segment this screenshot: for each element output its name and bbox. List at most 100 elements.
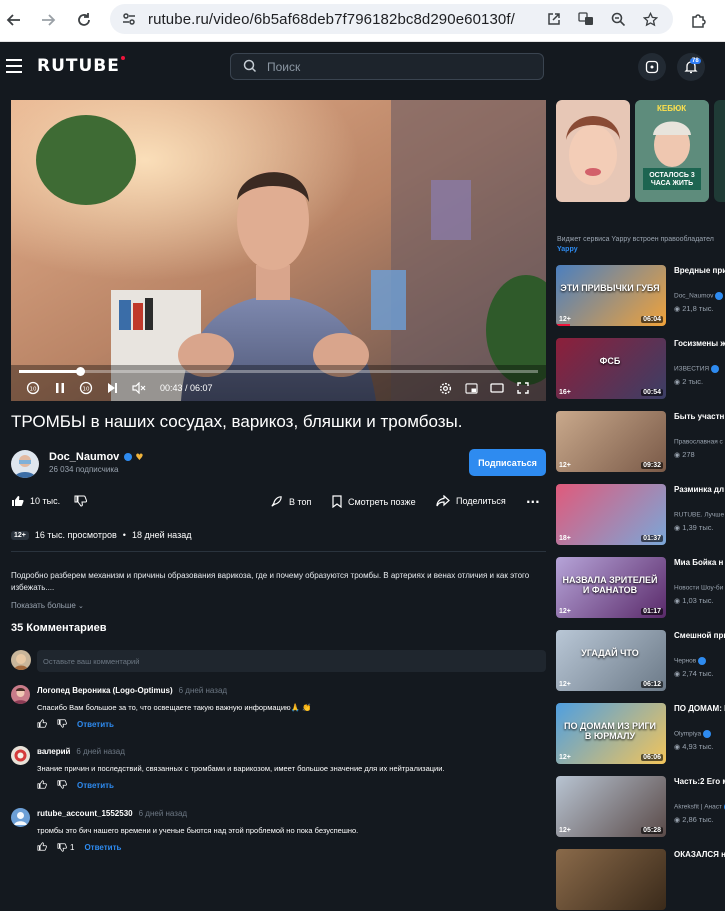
theater-mode-button[interactable] (489, 379, 505, 397)
short-caption: КЕБЮК (657, 104, 686, 113)
settings-button[interactable] (437, 379, 453, 397)
mute-button[interactable] (130, 379, 148, 397)
recommended-video-card[interactable]: НАЗВАЛА ЗРИТЕЛЕЙ И ФАНАТОВ12+01:17 Миа Бо… (555, 557, 725, 619)
more-options-button[interactable]: ··· (526, 495, 540, 509)
recommended-video-card[interactable]: ОКАЗАЛСЯ н (555, 849, 725, 911)
to-top-button[interactable]: В топ (270, 495, 311, 508)
widget-brand[interactable]: Yappy (557, 246, 578, 253)
video-card-title[interactable]: Госизмены жестко заде (674, 339, 725, 349)
address-bar[interactable]: rutube.ru/video/6b5af68deb7f796182bc8d29… (110, 4, 673, 34)
show-more-link[interactable]: Показать больше ⌄ (11, 601, 84, 610)
share-button[interactable]: Поделиться (436, 495, 506, 507)
recommended-video-card[interactable]: 12+09:32 Быть участн мира | Сестр Правосла… (555, 411, 725, 473)
short-thumbnail[interactable] (556, 100, 630, 202)
thumbs-up-icon[interactable] (37, 780, 47, 791)
video-card-title[interactable]: Вредные при и чем же он (674, 266, 725, 276)
video-card-title[interactable]: Смешной при Неловкие сит (674, 631, 725, 641)
video-card-title[interactable]: Разминка дл (674, 485, 725, 495)
video-thumbnail[interactable]: НАЗВАЛА ЗРИТЕЛЕЙ И ФАНАТОВ12+01:17 (556, 557, 666, 618)
video-card-channel[interactable]: Akreksfit | Анаст (674, 803, 725, 811)
thumbs-down-icon[interactable] (57, 780, 67, 791)
video-card-title[interactable]: Быть участн мира | Сестр (674, 412, 725, 422)
video-thumbnail[interactable]: УГАДАЙ ЧТО12+06:12 (556, 630, 666, 691)
video-thumbnail[interactable]: ПО ДОМАМ ИЗ РИГИ В ЮРМАЛУ12+06:06 (556, 703, 666, 764)
svg-text:10: 10 (83, 387, 90, 393)
forward-arrow-icon[interactable] (37, 9, 59, 31)
comment-avatar[interactable] (11, 808, 30, 827)
video-card-channel[interactable]: Новости Шоу-би (674, 584, 725, 592)
skip-back-button[interactable]: 10 (25, 379, 41, 397)
video-card-channel[interactable]: ИЗВЕСТИЯ (674, 365, 719, 373)
thumbnail-overlay-text: ФСБ (560, 356, 660, 366)
video-card-title[interactable]: Миа Бойка н всех зрителе (674, 558, 725, 568)
comment-author[interactable]: Логопед Вероника (Logo-Optimus)6 дней на… (37, 686, 227, 695)
comment-actions: Ответить (37, 780, 114, 791)
video-card-channel[interactable]: Doc_Naumov (674, 292, 723, 300)
upload-button[interactable] (638, 53, 666, 81)
site-settings-icon[interactable] (121, 11, 137, 32)
age-rating-badge: 12+ (559, 316, 571, 323)
comment-input[interactable]: Оставьте ваш комментарий (37, 650, 546, 672)
video-card-channel[interactable]: Чернов (674, 657, 706, 665)
recommended-video-card[interactable]: ФСБ16+00:54 Госизмены жестко заде ИЗВЕСТИЯ… (555, 338, 725, 400)
reload-icon[interactable] (73, 9, 95, 31)
video-thumbnail[interactable]: ЭТИ ПРИВЫЧКИ ГУБЯ12+06:04 (556, 265, 666, 326)
channel-name[interactable]: Doc_Naumov ♥ (49, 451, 144, 463)
comment-text: тромбы это бич нашего времени и ученые б… (37, 826, 358, 835)
reply-button[interactable]: Ответить (84, 843, 121, 852)
thumbs-down-icon[interactable]: 1 (57, 843, 74, 852)
thumbs-down-icon[interactable] (57, 719, 67, 730)
back-arrow-icon[interactable] (3, 9, 25, 31)
video-player[interactable] (11, 100, 546, 401)
progress-knob[interactable] (76, 367, 85, 376)
progress-bar[interactable] (19, 370, 538, 373)
like-button[interactable]: 10 тыс. (11, 495, 60, 507)
video-card-channel[interactable]: Olympiya (674, 730, 711, 738)
video-card-channel[interactable]: Православная с (674, 438, 725, 446)
comment-avatar[interactable] (11, 685, 30, 704)
video-card-title[interactable]: ОКАЗАЛСЯ н (674, 850, 725, 860)
duration-badge: 09:32 (641, 462, 663, 469)
video-thumbnail[interactable] (556, 849, 666, 910)
short-thumbnail[interactable] (714, 100, 725, 202)
eye-icon: ◉ (674, 451, 680, 459)
reply-button[interactable]: Ответить (77, 720, 114, 729)
dislike-button[interactable] (74, 495, 87, 507)
pip-button[interactable] (463, 379, 479, 397)
reply-button[interactable]: Ответить (77, 781, 114, 790)
watch-later-button[interactable]: Смотреть позже (332, 495, 416, 508)
video-thumbnail[interactable]: 12+09:32 (556, 411, 666, 472)
channel-avatar[interactable] (11, 450, 39, 478)
video-card-title[interactable]: ПО ДОМАМ: РИГИ В ЮРМ (674, 704, 725, 714)
video-thumbnail[interactable]: 18+01:37 (556, 484, 666, 545)
recommended-video-card[interactable]: ПО ДОМАМ ИЗ РИГИ В ЮРМАЛУ12+06:06 ПО ДОМА… (555, 703, 725, 765)
rutube-logo[interactable]: RUTUBE (37, 56, 120, 76)
video-card-channel[interactable]: RUTUBE. Лучше (674, 511, 725, 519)
comment-avatar[interactable] (11, 746, 30, 765)
comment-author[interactable]: валерий6 дней назад (37, 747, 125, 756)
recommended-video-card[interactable]: 18+01:37Разминка длRUTUBE. Лучше◉ 1,39 т… (555, 484, 725, 546)
extensions-puzzle-icon[interactable] (688, 9, 710, 31)
recommended-video-card[interactable]: ЭТИ ПРИВЫЧКИ ГУБЯ12+06:04 Вредные при и ч… (555, 265, 725, 327)
comment-author[interactable]: rutube_account_15525306 дней назад (37, 809, 187, 818)
search-input[interactable]: Поиск (230, 53, 544, 80)
menu-icon[interactable] (6, 59, 22, 77)
recommended-video-card[interactable]: УГАДАЙ ЧТО12+06:12 Смешной при Неловкие с… (555, 630, 725, 692)
short-thumbnail[interactable]: КЕБЮК ОСТАЛОСЬ 3 ЧАСА ЖИТЬ (635, 100, 709, 202)
video-card-title[interactable]: Часть:2 Его массажные (674, 777, 725, 787)
thumbs-up-icon[interactable] (37, 719, 47, 730)
skip-forward-button[interactable]: 10 (78, 379, 94, 397)
next-button[interactable] (104, 379, 120, 397)
subscribe-button[interactable]: Подписаться (469, 449, 546, 476)
zoom-icon[interactable] (607, 8, 629, 30)
translate-icon[interactable] (575, 8, 597, 30)
thumbs-up-icon[interactable] (37, 842, 47, 853)
my-avatar[interactable] (11, 650, 31, 670)
video-thumbnail[interactable]: ФСБ16+00:54 (556, 338, 666, 399)
bookmark-star-icon[interactable] (639, 8, 661, 30)
open-external-icon[interactable] (543, 8, 565, 30)
fullscreen-button[interactable] (515, 379, 531, 397)
video-thumbnail[interactable]: 12+05:28 (556, 776, 666, 837)
recommended-video-card[interactable]: 12+05:28 Часть:2 Его массажные Akreksfit |… (555, 776, 725, 838)
pause-button[interactable] (52, 379, 68, 397)
